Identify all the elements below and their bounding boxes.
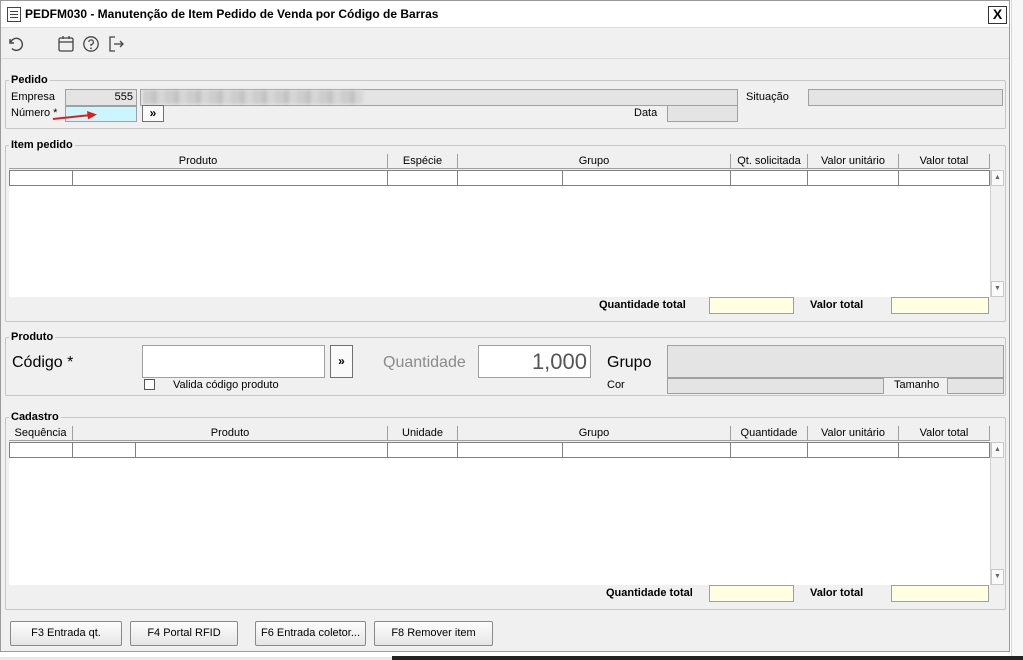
toolbar-divider (1, 58, 1009, 59)
cadastro-qtd-total-field (709, 585, 794, 602)
situacao-label: Situação (746, 91, 789, 103)
main-window: PEDFM030 - Manutenção de Item Pedido de … (0, 0, 1010, 652)
cadastro-legend: Cadastro (9, 411, 61, 423)
item-pedido-grid[interactable] (9, 170, 990, 297)
undo-icon[interactable] (6, 34, 26, 54)
tamanho-label: Tamanho (894, 379, 940, 391)
document-icon (7, 7, 21, 22)
column-header-valor-total[interactable]: Valor total (899, 426, 990, 441)
item-pedido-legend: Item pedido (9, 139, 75, 151)
column-header-produto[interactable]: Produto (9, 154, 388, 169)
column-header-grupo[interactable]: Grupo (458, 154, 731, 169)
window-title: PEDFM030 - Manutenção de Item Pedido de … (25, 7, 439, 21)
column-header-qt-solicitada[interactable]: Qt. solicitada (731, 154, 808, 169)
pedido-legend: Pedido (9, 74, 50, 86)
column-header-produto[interactable]: Produto (73, 426, 388, 441)
quantidade-input[interactable]: 1,000 (478, 345, 591, 378)
data-field (667, 105, 738, 122)
title-bar: PEDFM030 - Manutenção de Item Pedido de … (1, 1, 1009, 28)
cadastro-grid-header: Sequência Produto Unidade Grupo Quantida… (9, 426, 990, 441)
quantidade-label: Quantidade (383, 354, 466, 371)
redacted-company-name (143, 90, 363, 104)
column-header-sequencia[interactable]: Sequência (9, 426, 73, 441)
f3-entrada-qt-button[interactable]: F3 Entrada qt. (10, 621, 122, 646)
cadastro-qtd-total-label: Quantidade total (606, 587, 693, 599)
column-header-grupo[interactable]: Grupo (458, 426, 731, 441)
f6-entrada-coletor-button[interactable]: F6 Entrada coletor... (255, 621, 366, 646)
grupo-label: Grupo (607, 354, 652, 371)
column-header-valor-total[interactable]: Valor total (899, 154, 990, 169)
codigo-label: Código * (12, 354, 74, 371)
empresa-label: Empresa (11, 91, 56, 103)
calendar-icon[interactable] (56, 34, 76, 54)
item-pedido-qtd-total-label: Quantidade total (599, 299, 686, 311)
cor-field (667, 378, 884, 394)
tamanho-field (947, 378, 1004, 394)
empresa-field[interactable]: 555 (65, 89, 137, 106)
background-window-strip (1011, 0, 1023, 656)
cadastro-valor-total-label: Valor total (810, 587, 864, 599)
column-header-valor-unitario[interactable]: Valor unitário (808, 154, 899, 169)
item-pedido-scrollbar[interactable]: ▲ ▼ (990, 170, 1004, 297)
item-pedido-valor-total-label: Valor total (810, 299, 864, 311)
data-label: Data (634, 107, 658, 119)
cor-label: Cor (607, 379, 625, 391)
column-header-quantidade[interactable]: Quantidade (731, 426, 808, 441)
valida-codigo-checkbox[interactable] (144, 379, 155, 390)
item-pedido-qtd-total-field (709, 297, 794, 314)
cadastro-grid[interactable] (9, 442, 990, 585)
cadastro-scrollbar[interactable]: ▲ ▼ (990, 442, 1004, 585)
item-pedido-grid-header: Produto Espécie Grupo Qt. solicitada Val… (9, 154, 990, 169)
taskbar-edge (392, 656, 1023, 660)
help-icon[interactable] (81, 34, 101, 54)
scroll-down-icon[interactable]: ▼ (991, 281, 1004, 297)
codigo-lookup-button[interactable]: » (330, 345, 353, 378)
codigo-input[interactable] (142, 345, 325, 378)
column-header-valor-unitario[interactable]: Valor unitário (808, 426, 899, 441)
exit-icon[interactable] (106, 34, 126, 54)
item-pedido-valor-total-field (891, 297, 989, 314)
situacao-field (808, 89, 1003, 106)
scroll-down-icon[interactable]: ▼ (991, 569, 1004, 585)
grupo-field (667, 345, 1004, 378)
scroll-up-icon[interactable]: ▲ (991, 442, 1004, 458)
annotation-arrow-icon (52, 111, 97, 120)
cadastro-valor-total-field (891, 585, 989, 602)
column-header-unidade[interactable]: Unidade (388, 426, 458, 441)
close-button[interactable]: X (988, 6, 1007, 24)
valida-codigo-label[interactable]: Valida código produto (173, 379, 279, 391)
column-header-especie[interactable]: Espécie (388, 154, 458, 169)
produto-legend: Produto (9, 331, 56, 343)
numero-lookup-button[interactable]: » (142, 105, 164, 122)
f8-remover-item-button[interactable]: F8 Remover item (374, 621, 493, 646)
scroll-up-icon[interactable]: ▲ (991, 170, 1004, 186)
f4-portal-rfid-button[interactable]: F4 Portal RFID (130, 621, 238, 646)
